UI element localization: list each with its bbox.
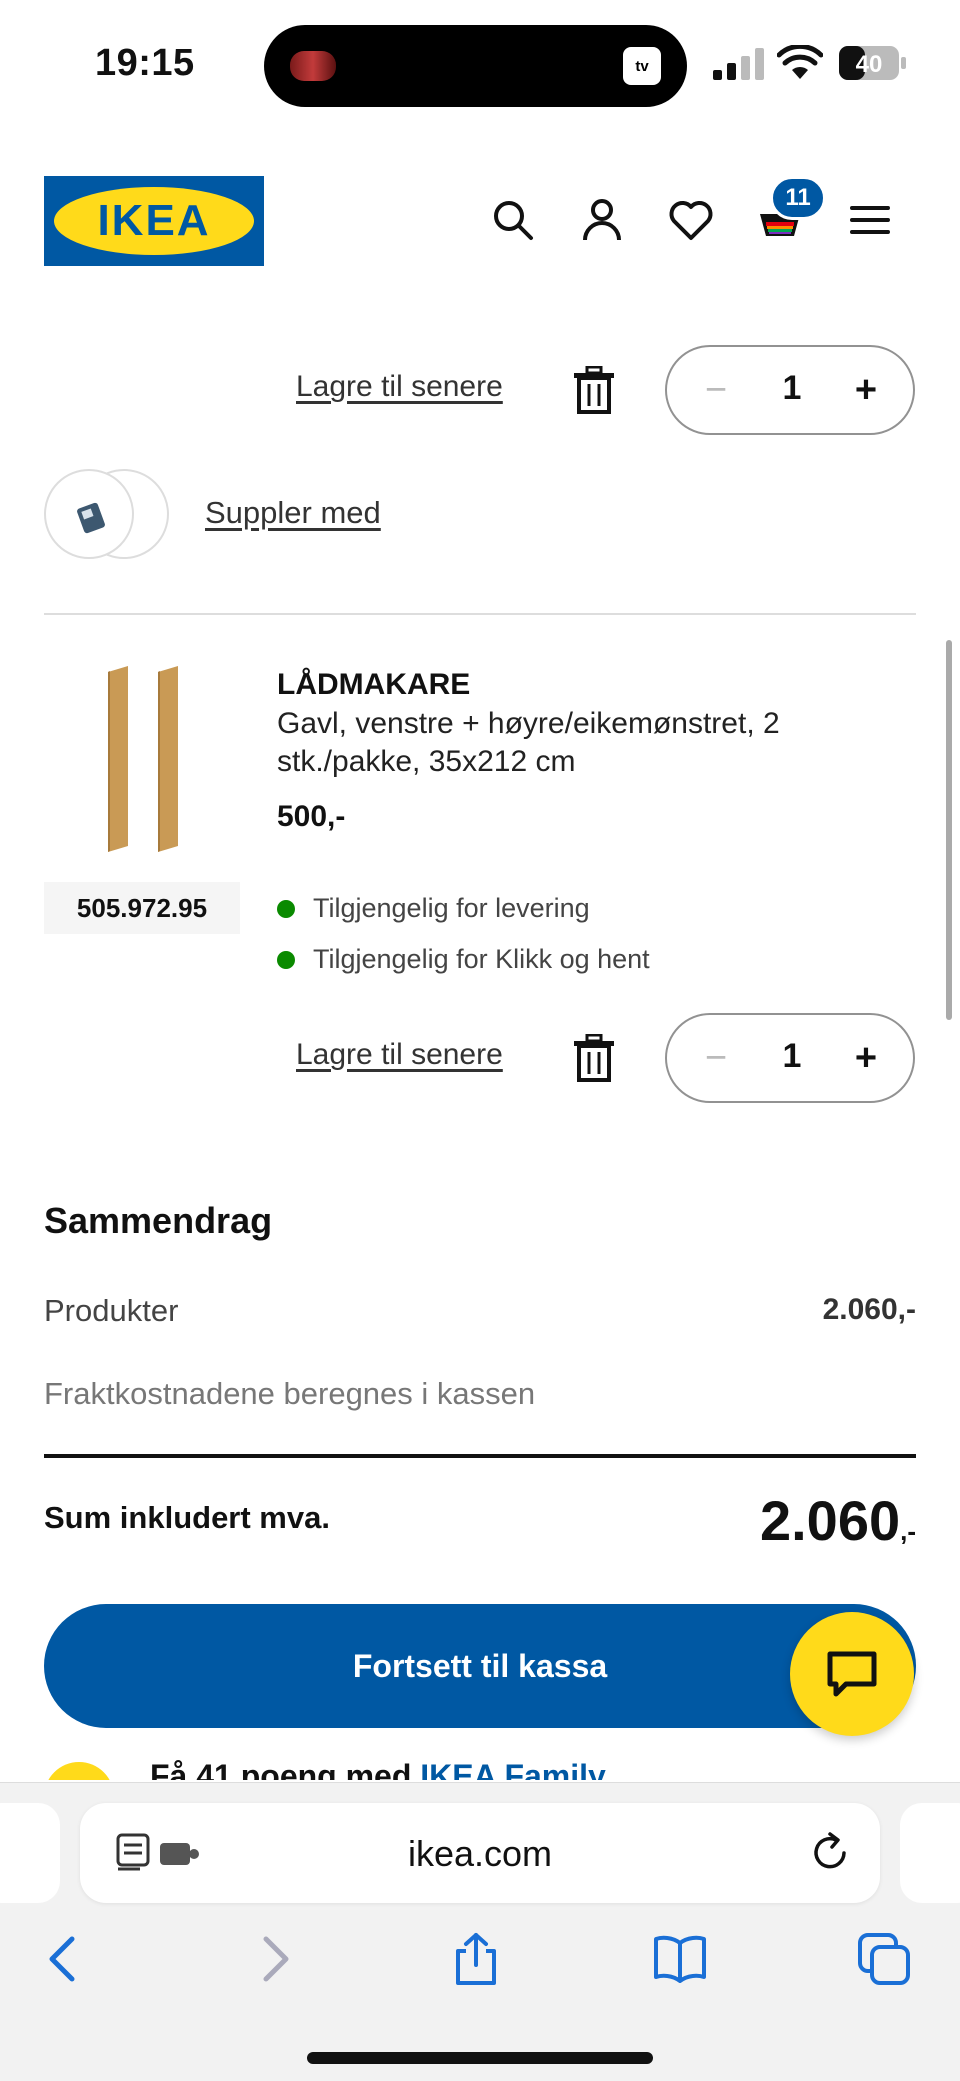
divider [44,613,916,615]
trash-icon[interactable] [572,366,616,414]
search-icon[interactable] [489,196,537,244]
products-value: 2.060,- [822,1293,916,1326]
quantity-stepper: − 1 + [665,345,915,435]
available-dot-icon [277,899,295,918]
fittings-icon [77,502,105,534]
quantity-value: 1 [782,369,802,407]
total-suffix: ,- [900,1516,916,1546]
available-dot-icon [277,950,295,969]
previous-tab-preview[interactable] [0,1803,60,1903]
availability-text: Tilgjengelig for Klikk og hent [313,944,650,974]
logo-oval: IKEA [54,187,254,255]
share-icon[interactable] [448,1931,504,1987]
trash-icon[interactable] [572,1034,616,1082]
logo-text: IKEA [97,196,211,245]
increase-button[interactable]: + [841,1033,891,1083]
scrollbar[interactable] [946,640,952,1020]
url-text: ikea.com [407,1833,553,1874]
dynamic-island: tv [264,25,687,107]
bookmarks-icon[interactable] [652,1931,708,1987]
article-number: 505.972.95 [44,882,240,934]
increase-button[interactable]: + [841,365,891,415]
apple-tv-icon: tv [623,47,661,85]
products-label: Produkter [44,1293,179,1328]
family-points-text: Få 41 poeng med IKEA Family [150,1758,606,1780]
ikea-family-link[interactable]: IKEA Family [420,1758,606,1780]
supplement-link[interactable]: Suppler med [205,495,381,531]
status-bar: 19:15 tv 40 [0,0,960,120]
total-value: 2.060,- [760,1488,916,1553]
summary-divider [44,1454,916,1458]
checkout-button[interactable]: Fortsett til kassa [44,1604,916,1728]
decrease-button[interactable]: − [691,1035,741,1085]
quantity-stepper: − 1 + [665,1013,915,1103]
availability-delivery: Tilgjengelig for levering [277,893,590,924]
address-bar[interactable]: ikea.com [80,1803,880,1903]
forward-icon[interactable] [246,1931,302,1987]
heart-icon[interactable] [667,196,715,244]
battery-icon: 40 [839,46,906,80]
cart-count-badge: 11 [770,176,826,220]
back-icon[interactable] [36,1931,92,1987]
product-name[interactable]: LÅDMAKARE [277,668,470,702]
availability-click-collect: Tilgjengelig for Klikk og hent [277,944,650,975]
product-image[interactable] [44,660,240,870]
cellular-signal-icon [713,48,764,80]
chat-button[interactable] [790,1612,914,1736]
media-thumbnail [290,51,336,81]
svg-text:40: 40 [856,51,883,78]
next-tab-preview[interactable] [900,1803,960,1903]
menu-icon[interactable] [846,196,894,244]
quantity-value: 1 [782,1037,802,1075]
product-description: Gavl, venstre + høyre/eikemønstret, 2 st… [277,707,780,778]
tabs-icon[interactable] [856,1931,912,1987]
supplement-thumbnail[interactable] [44,469,134,559]
summary-title: Sammendrag [44,1200,273,1241]
save-for-later-link[interactable]: Lagre til senere [296,1038,503,1072]
decrease-button[interactable]: − [691,367,741,417]
account-icon[interactable] [578,196,626,244]
safari-toolbar: ikea.com [0,1782,960,2081]
total-label: Sum inkludert mva. [44,1500,330,1535]
reload-icon[interactable] [808,1831,852,1875]
freight-note: Fraktkostnadene beregnes i kassen [44,1376,536,1411]
product-price: 500,- [277,800,346,833]
family-icon [44,1762,114,1780]
availability-text: Tilgjengelig for levering [313,893,590,923]
chat-bubble-icon [827,1651,877,1697]
ikea-logo[interactable]: IKEA [44,176,264,266]
status-time: 19:15 [95,42,195,84]
family-points-label: Få 41 poeng med [150,1758,421,1780]
wifi-icon [777,45,823,79]
save-for-later-link[interactable]: Lagre til senere [296,370,503,404]
home-indicator[interactable] [307,2052,653,2064]
total-amount: 2.060 [759,1489,901,1552]
